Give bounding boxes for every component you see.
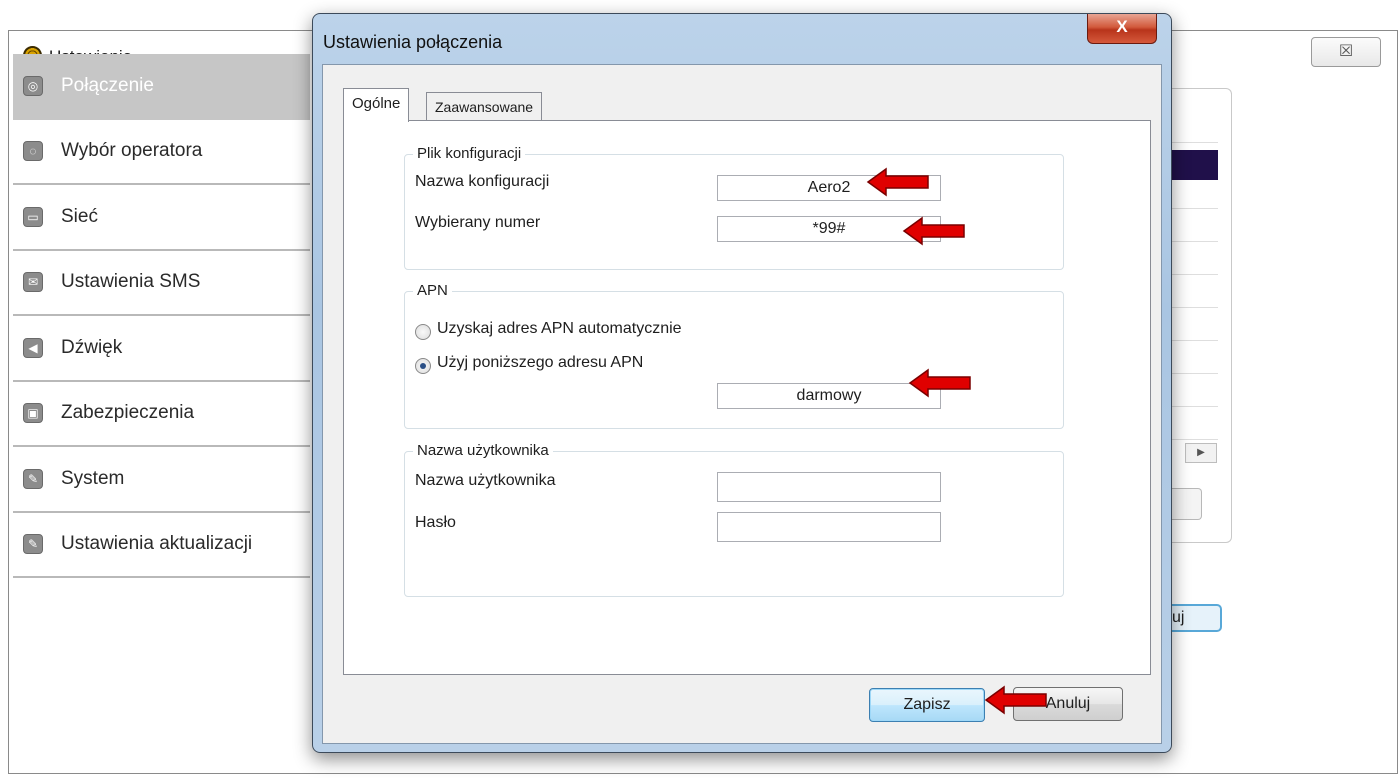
sidebar-item-label: Wybór operatora bbox=[61, 140, 203, 162]
group-legend: Nazwa użytkownika bbox=[413, 442, 553, 459]
username-input[interactable] bbox=[717, 472, 941, 502]
sidebar-item-system[interactable]: ✎ System bbox=[13, 447, 310, 513]
sidebar-item-label: Zabezpieczenia bbox=[61, 402, 195, 424]
settings-sidebar: ◎ Połączenie ◌ Wybór operatora ▭ Sieć ✉ … bbox=[13, 54, 310, 578]
tools-icon: ✎ bbox=[23, 468, 43, 489]
config-file-group: Plik konfiguracji Nazwa konfiguracji Aer… bbox=[404, 145, 1064, 270]
sidebar-item-label: Dźwięk bbox=[61, 336, 123, 358]
globe-icon: ◎ bbox=[23, 75, 43, 96]
sidebar-item-dzwiek[interactable]: ◀ Dźwięk bbox=[13, 316, 310, 382]
annotation-arrow-icon bbox=[902, 216, 965, 246]
username-label: Nazwa użytkownika bbox=[415, 472, 556, 489]
dialog-body: Ogólne Zaawansowane Plik konfiguracji Na… bbox=[322, 64, 1162, 744]
dial-number-label: Wybierany numer bbox=[415, 214, 541, 231]
lock-icon: ▣ bbox=[23, 403, 43, 424]
sidebar-item-label: Ustawienia SMS bbox=[61, 271, 201, 293]
sidebar-item-wybor-operatora[interactable]: ◌ Wybór operatora bbox=[13, 120, 310, 185]
speaker-icon: ◀ bbox=[23, 337, 43, 358]
connection-settings-dialog: Ustawienia połączenia X Ogólne Zaawansow… bbox=[312, 13, 1172, 753]
save-button[interactable]: Zapisz bbox=[869, 688, 985, 722]
user-group: Nazwa użytkownika Nazwa użytkownika Hasł… bbox=[404, 442, 1064, 597]
dialog-title: Ustawienia połączenia bbox=[323, 32, 503, 52]
sidebar-item-label: Sieć bbox=[61, 205, 98, 227]
annotation-arrow-icon bbox=[984, 685, 1047, 715]
envelope-icon: ✉ bbox=[23, 272, 43, 293]
annotation-arrow-icon bbox=[866, 167, 929, 197]
password-label: Hasło bbox=[415, 514, 456, 531]
sidebar-item-label: Ustawienia aktualizacji bbox=[61, 533, 253, 555]
apn-group: APN Uzyskaj adres APN automatycznie Użyj… bbox=[404, 282, 1064, 429]
sidebar-item-zabezpieczenia[interactable]: ▣ Zabezpieczenia bbox=[13, 382, 310, 447]
apn-manual-radio[interactable] bbox=[415, 358, 431, 374]
scroll-right-arrow-icon[interactable]: ▶ bbox=[1185, 443, 1217, 463]
group-legend: Plik konfiguracji bbox=[413, 145, 526, 162]
apn-manual-label[interactable]: Użyj poniższego adresu APN bbox=[437, 354, 643, 372]
tab-ogolne[interactable]: Ogólne bbox=[343, 88, 410, 122]
config-name-label: Nazwa konfiguracji bbox=[415, 173, 550, 190]
tab-zaawansowane[interactable]: Zaawansowane bbox=[426, 92, 543, 121]
sidebar-item-ustawienia-aktualizacji[interactable]: ✎ Ustawienia aktualizacji bbox=[13, 513, 310, 578]
network-icon: ▭ bbox=[23, 206, 43, 227]
dialog-close-button[interactable]: X bbox=[1087, 14, 1157, 44]
update-tools-icon: ✎ bbox=[23, 534, 43, 555]
sidebar-item-siec[interactable]: ▭ Sieć bbox=[13, 185, 310, 251]
apn-auto-radio[interactable] bbox=[415, 324, 431, 340]
password-input[interactable] bbox=[717, 512, 941, 542]
apn-auto-label[interactable]: Uzyskaj adres APN automatycznie bbox=[437, 320, 682, 338]
settings-close-button[interactable]: ☒ bbox=[1311, 37, 1381, 67]
sidebar-item-label: System bbox=[61, 467, 125, 489]
annotation-arrow-icon bbox=[908, 368, 971, 398]
sidebar-item-ustawienia-sms[interactable]: ✉ Ustawienia SMS bbox=[13, 251, 310, 316]
operator-icon: ◌ bbox=[23, 141, 43, 162]
tab-pane-ogolne: Plik konfiguracji Nazwa konfiguracji Aer… bbox=[343, 120, 1151, 675]
sidebar-item-polaczenie[interactable]: ◎ Połączenie bbox=[13, 54, 310, 120]
sidebar-item-label: Połączenie bbox=[61, 74, 154, 96]
group-legend: APN bbox=[413, 282, 452, 299]
